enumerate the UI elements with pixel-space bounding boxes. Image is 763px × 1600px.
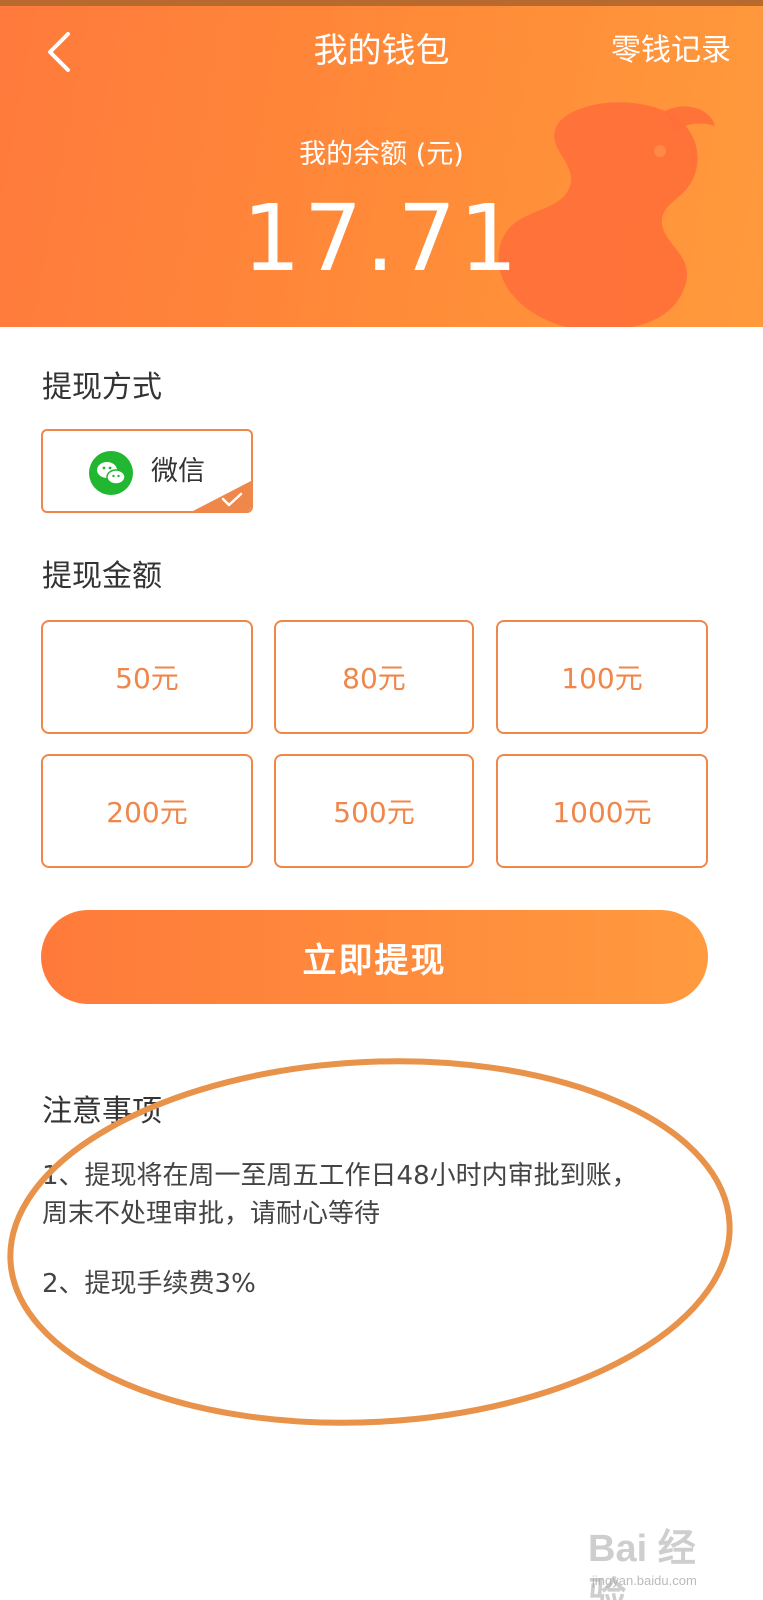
wechat-icon (89, 451, 133, 495)
balance-label: 我的余额 (元) (299, 139, 464, 170)
withdraw-amount-title: 提现金额 (42, 559, 162, 594)
note-item-1: 1、提现将在周一至周五工作日48小时内审批到账， (42, 1161, 638, 1191)
wallet-header: 我的钱包 零钱记录 我的余额 (元) 17.71 (0, 6, 763, 327)
amount-option-50[interactable]: 50元 (41, 620, 253, 734)
baidu-watermark: Bai 经验 jingyan.baidu.com (588, 1525, 728, 1600)
note-item-1-cont: 周末不处理审批，请耐心等待 (42, 1199, 381, 1229)
note-item-2: 2、提现手续费3% (42, 1269, 256, 1299)
amount-option-200[interactable]: 200元 (41, 754, 253, 868)
amount-option-100[interactable]: 100元 (496, 620, 708, 734)
amount-option-1000[interactable]: 1000元 (496, 754, 708, 868)
withdraw-now-button[interactable]: 立即提现 (41, 910, 708, 1004)
amount-option-500[interactable]: 500元 (274, 754, 474, 868)
change-records-link[interactable]: 零钱记录 (611, 28, 731, 74)
watermark-url: jingyan.baidu.com (592, 1573, 697, 1588)
notes-title: 注意事项 (42, 1094, 162, 1129)
withdraw-method-title: 提现方式 (42, 370, 162, 405)
amount-option-80[interactable]: 80元 (274, 620, 474, 734)
wechat-method-option[interactable]: 微信 (41, 429, 253, 513)
checkmark-icon (193, 481, 251, 511)
balance-value: 17.71 (242, 185, 521, 292)
